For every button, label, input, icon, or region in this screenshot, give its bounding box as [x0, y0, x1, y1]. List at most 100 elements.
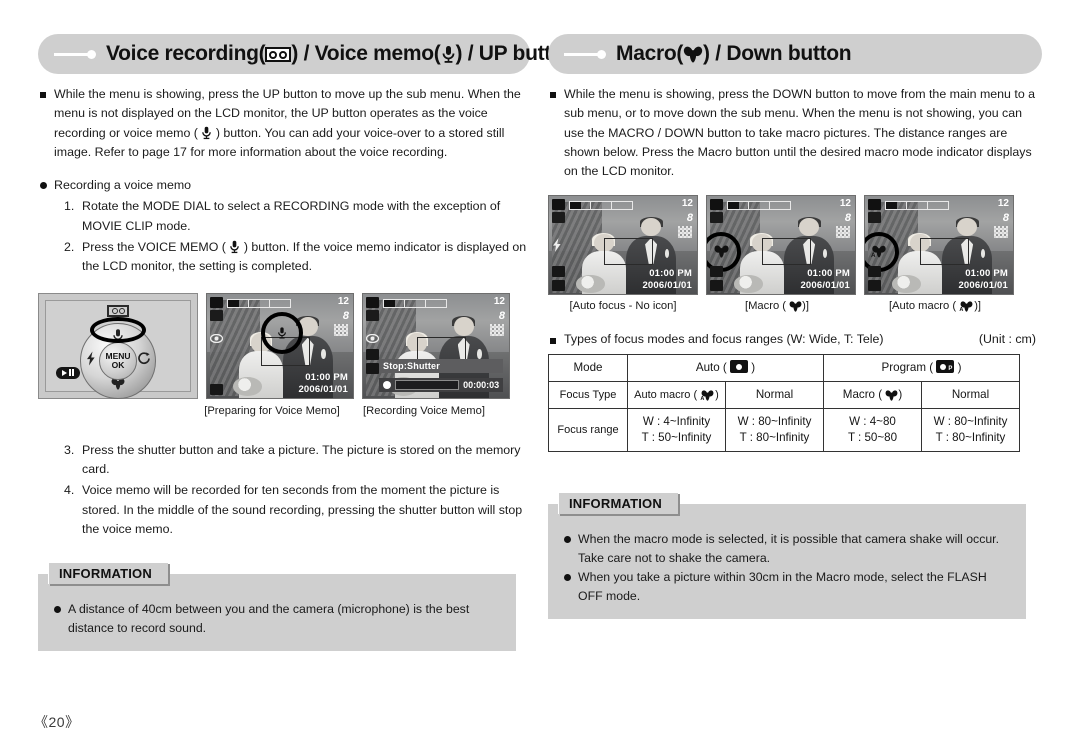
- recording-timecode: 00:00:03: [463, 380, 500, 391]
- lcd-macro-mode: 12 8 01:00 PM 2006/01/01: [706, 195, 856, 296]
- memory-card-icon: [366, 362, 379, 374]
- camera-mode-icon: [210, 296, 223, 308]
- battery-icon: [366, 309, 379, 321]
- memory-card-icon: [710, 280, 723, 292]
- lcd-date: 2006/01/01: [800, 280, 850, 292]
- quality-icon: [836, 226, 850, 239]
- focus-range-cell: W : 80~Infinity T : 80~Infinity: [725, 408, 824, 453]
- row-label-focus-range: Focus range: [548, 408, 628, 453]
- macro-intro-text: While the menu is showing, press the DOW…: [564, 87, 1036, 179]
- menu-ok-button[interactable]: MENU OK: [99, 341, 137, 380]
- zoom-bar: [727, 201, 791, 211]
- lcd-auto-focus: 12 8 01:00 PM 2006/01/01: [548, 195, 698, 296]
- macro-section-header: Macro( ) / Down button: [548, 34, 1042, 74]
- macro-lcd-figures: 12 8 01:00 PM 2006/01/01 12 8 01:00 PM 2…: [548, 195, 1042, 296]
- step-text: Rotate the MODE DIAL to select a RECORDI…: [82, 199, 501, 233]
- step-text: Press the shutter button and take a pict…: [82, 442, 521, 476]
- recording-voice-memo-subheading: Recording a voice memo: [38, 176, 530, 195]
- voice-memo-steps-list: 1. Rotate the MODE DIAL to select a RECO…: [38, 197, 530, 276]
- microphone-icon: [230, 240, 240, 254]
- table-row: Focus Type Auto macro ( A ) Normal Macro…: [548, 381, 1020, 410]
- quality-icon: [334, 323, 348, 336]
- focus-range-tele: T : 80~Infinity: [739, 431, 810, 445]
- focus-type-label: Macro (: [842, 388, 883, 402]
- lcd-mode-icons: [210, 296, 223, 321]
- focus-type-macro: Macro ( ): [823, 381, 922, 410]
- memory-card-icon: [552, 280, 565, 292]
- af-frame: [603, 237, 654, 266]
- memory-card-icon: [868, 280, 881, 292]
- flash-icon: [86, 351, 96, 370]
- lcd-bottom-icons: [710, 266, 723, 292]
- caption-macro-pre: [Macro (: [745, 300, 787, 313]
- battery-icon: [710, 212, 723, 224]
- metering-icon: [366, 348, 379, 360]
- lcd-bottom-icons: [552, 266, 565, 292]
- step-text-part1: Press the VOICE MEMO (: [82, 240, 226, 255]
- focus-type-auto-macro: Auto macro ( A ): [627, 381, 726, 410]
- caption-recording: [Recording Voice Memo]: [363, 404, 485, 417]
- step-number: 1.: [64, 199, 75, 214]
- step-item: 3. Press the shutter button and take a p…: [64, 441, 530, 480]
- page-number: 《20》: [34, 714, 80, 730]
- image-size-indicator: 8: [686, 212, 693, 225]
- lcd-time: 01:00 PM: [649, 268, 692, 280]
- shots-remaining: 12: [493, 295, 505, 307]
- information-box-right: INFORMATION When the macro mode is selec…: [548, 492, 1026, 620]
- row-label-mode: Mode: [548, 354, 628, 383]
- focus-type-label: Auto macro (: [634, 389, 698, 402]
- table-row: Mode Auto ( ) Program ( P ): [548, 354, 1020, 383]
- section-title-prefix: Voice recording(: [106, 42, 266, 65]
- focus-range-tele: T : 80~Infinity: [935, 431, 1006, 445]
- lcd-date: 2006/01/01: [958, 280, 1008, 292]
- metering-icon: [552, 266, 565, 278]
- right-column: Macro( ) / Down button While the menu is…: [548, 34, 1042, 620]
- lcd-date: 2006/01/01: [642, 280, 692, 292]
- memory-card-icon: [210, 383, 223, 395]
- auto-macro-icon: A: [701, 390, 714, 401]
- focus-range-wide: W : 80~Infinity: [737, 415, 812, 429]
- focus-table-caption: Types of focus modes and focus ranges (W…: [548, 332, 884, 346]
- section-title: Macro( ) / Down button: [616, 42, 852, 66]
- focus-range-cell: W : 4~80 T : 50~80: [823, 408, 922, 453]
- focus-range-cell: W : 4~Infinity T : 50~Infinity: [627, 408, 726, 453]
- voice-memo-figures: MENU OK 12 8 01:00 PM 2006/01/01 12 8 St…: [38, 292, 530, 399]
- camera-mode-icon: [552, 199, 565, 211]
- self-timer-icon: [138, 352, 150, 370]
- red-eye-icon: [210, 333, 223, 343]
- stop-shutter-banner: Stop:Shutter: [379, 358, 504, 373]
- auto-macro-icon: A: [960, 301, 973, 312]
- information-item: A distance of 40cm between you and the c…: [52, 600, 502, 637]
- focus-range-tele: T : 50~80: [847, 431, 898, 445]
- battery-icon: [210, 309, 223, 321]
- focus-range-wide: W : 4~Infinity: [642, 415, 711, 429]
- zoom-bar: [227, 298, 291, 308]
- play-pause-icon: [56, 366, 80, 379]
- lcd-date: 2006/01/01: [298, 383, 348, 395]
- focus-range-wide: W : 80~Infinity: [933, 415, 1008, 429]
- camera-dial-illustration: MENU OK: [38, 292, 198, 399]
- lcd-time: 01:00 PM: [965, 268, 1008, 280]
- subheading-label: Recording a voice memo: [54, 178, 192, 193]
- information-tab-label: INFORMATION: [558, 492, 678, 515]
- voice-recording-section-header: Voice recording( ) / Voice memo( ) / UP …: [38, 34, 576, 74]
- step-number: 2.: [64, 240, 75, 255]
- image-size-indicator: 8: [1002, 212, 1009, 225]
- image-size-indicator: 8: [342, 309, 349, 322]
- caption-macro: [Macro ( )]: [698, 300, 856, 312]
- lcd-mode-icons: [868, 199, 881, 224]
- lcd-bottom-icons: [366, 348, 379, 374]
- auto-macro-icon: A: [871, 245, 886, 258]
- mode-program-cell: Program ( P ): [823, 354, 1020, 383]
- svg-text:A: A: [871, 252, 876, 258]
- focus-range-wide: W : 4~80: [849, 415, 896, 429]
- header-bullet-icon: [54, 49, 96, 59]
- focus-range-tele: T : 50~Infinity: [641, 431, 712, 445]
- caption-auto-macro-pre: [Auto macro (: [888, 300, 957, 313]
- af-frame: [761, 237, 812, 266]
- ok-label: OK: [111, 359, 125, 370]
- information-box-left: INFORMATION A distance of 40cm between y…: [38, 562, 516, 652]
- macro-intro: While the menu is showing, press the DOW…: [548, 85, 1042, 181]
- section-title-mid: ) / Voice memo(: [291, 42, 441, 65]
- record-indicator-icon: [383, 381, 392, 390]
